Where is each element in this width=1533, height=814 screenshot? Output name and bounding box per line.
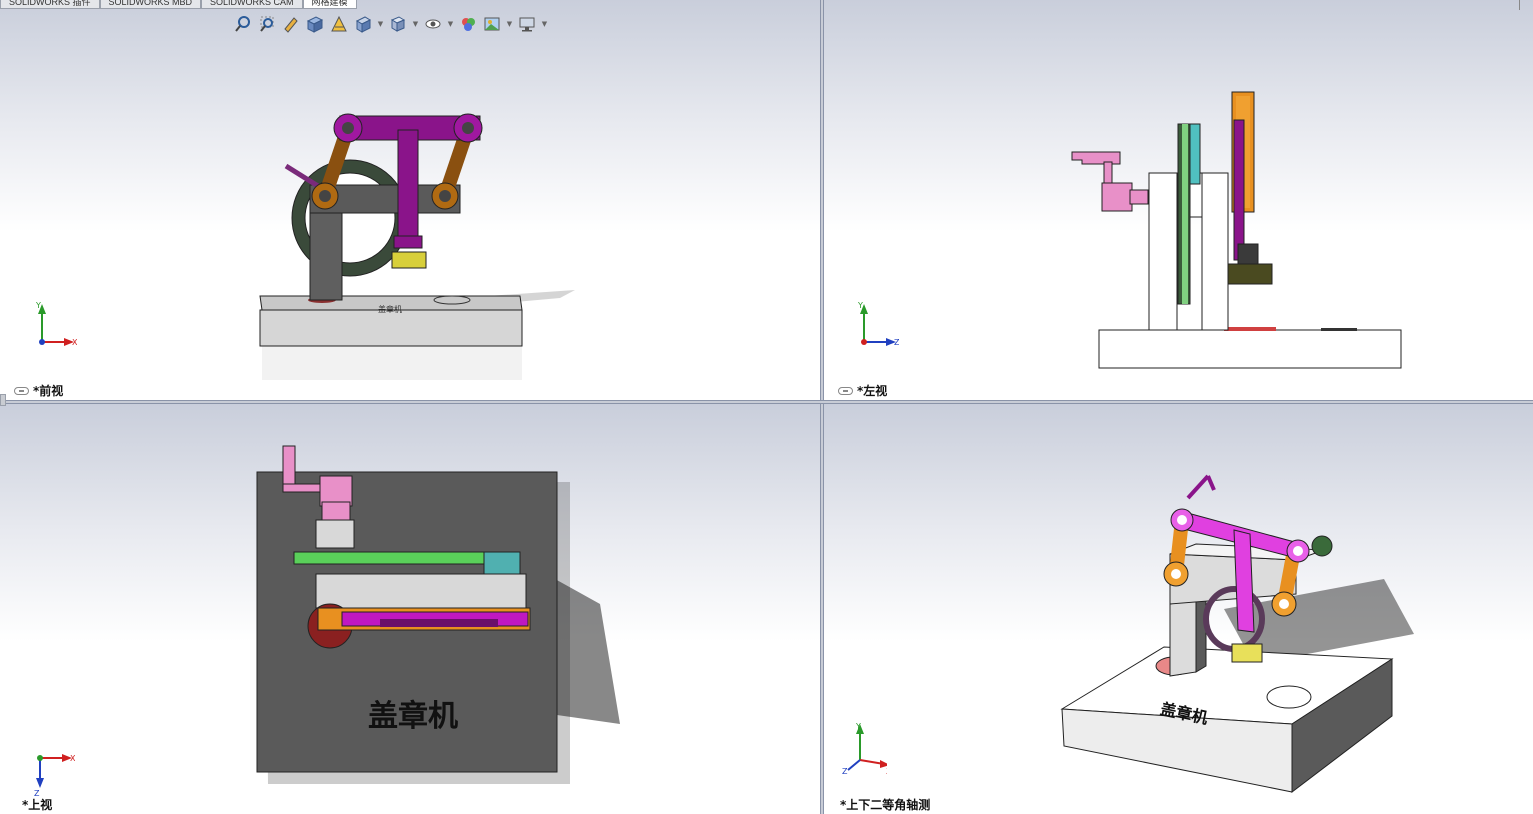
viewport-splitter-horizontal[interactable] <box>0 400 1533 404</box>
viewport-iso[interactable]: 盖章机 Y Z *上下二等角轴测 <box>824 404 1533 814</box>
viewport-label-iso: *上下二等角轴测 <box>840 796 930 813</box>
viewport-name-iso: *上下二等角轴测 <box>840 798 931 812</box>
zoom-to-area-icon[interactable] <box>256 13 278 35</box>
axis-label-y: Y <box>35 301 41 310</box>
link-views-icon[interactable] <box>838 386 853 395</box>
axis-triad-front: Y X <box>35 301 77 347</box>
viewport-label-top: *上视 <box>22 796 52 813</box>
axis-label-x: X <box>70 754 75 763</box>
tab-solidworks-mbd[interactable]: SOLIDWORKS MBD <box>99 0 202 9</box>
axis-triad-iso: Y X Z <box>842 722 887 774</box>
previous-view-icon[interactable] <box>280 13 302 35</box>
axis-label-z: Z <box>34 789 40 796</box>
heads-up-view-toolbar: ▼ ▼ ▼ ▼ ▼ <box>232 13 549 35</box>
axis-label-x: X <box>72 338 77 347</box>
engraving-front: 盖章机 <box>378 304 402 314</box>
axis-label-y: Y <box>857 301 863 310</box>
edit-appearance-icon[interactable] <box>457 13 479 35</box>
viewport-name-top: *上视 <box>22 798 53 812</box>
tab-solidworks-cam[interactable]: SOLIDWORKS CAM <box>201 0 303 9</box>
model-left <box>1071 91 1402 369</box>
axis-label-y: Y <box>855 722 861 731</box>
chevron-down-icon[interactable]: ▼ <box>411 13 420 35</box>
chevron-down-icon[interactable]: ▼ <box>446 13 455 35</box>
model-front: 盖章机 <box>259 113 575 380</box>
zoom-to-fit-icon[interactable] <box>232 13 254 35</box>
viewport-label-left: *左视 <box>838 382 887 399</box>
engraving-top: 盖章机 <box>368 699 458 734</box>
panel-collapse-handle[interactable] <box>0 394 6 406</box>
hide-show-items-icon[interactable] <box>422 13 444 35</box>
apply-scene-icon[interactable] <box>481 13 503 35</box>
link-views-icon[interactable] <box>14 386 29 395</box>
viewport-left[interactable]: Y Z *左视 <box>824 0 1533 400</box>
command-manager-tabs: SOLIDWORKS 插件 SOLIDWORKS MBD SOLIDWORKS … <box>0 0 357 9</box>
tab-solidworks-addins[interactable]: SOLIDWORKS 插件 <box>0 0 100 9</box>
tab-mesh-modeling[interactable]: 网格建模 <box>302 0 357 9</box>
viewport-name-left: *左视 <box>857 384 888 398</box>
view-orientation-icon[interactable] <box>352 13 374 35</box>
viewport-label-front: *前视 <box>14 382 63 399</box>
model-top: 盖章机 <box>256 445 620 784</box>
axis-label-x: X <box>886 767 887 774</box>
axis-label-z: Z <box>894 338 899 347</box>
chevron-down-icon[interactable]: ▼ <box>505 13 514 35</box>
dynamic-annotation-icon[interactable] <box>328 13 350 35</box>
viewport-splitter-vertical[interactable] <box>820 0 824 814</box>
model-iso: 盖章机 <box>1060 474 1414 794</box>
window-corner-mark <box>1519 0 1529 10</box>
section-view-icon[interactable] <box>304 13 326 35</box>
axis-triad-top: Z X <box>34 754 75 796</box>
viewport-front[interactable]: 盖章机 SOLIDWORKS 插件 SOLIDWORKS MBD SOLIDWO… <box>0 0 820 400</box>
chevron-down-icon[interactable]: ▼ <box>376 13 385 35</box>
solidworks-window: 盖章机 SOLIDWORKS 插件 SOLIDWORKS MBD SOLIDWO… <box>0 0 1533 814</box>
chevron-down-icon[interactable]: ▼ <box>540 13 549 35</box>
display-style-icon[interactable] <box>387 13 409 35</box>
viewport-name-front: *前视 <box>33 384 64 398</box>
axis-label-z: Z <box>842 767 848 774</box>
axis-triad-left: Y Z <box>857 301 899 347</box>
viewport-top[interactable]: 盖章机 Z X *上视 <box>0 404 820 814</box>
view-settings-icon[interactable] <box>516 13 538 35</box>
